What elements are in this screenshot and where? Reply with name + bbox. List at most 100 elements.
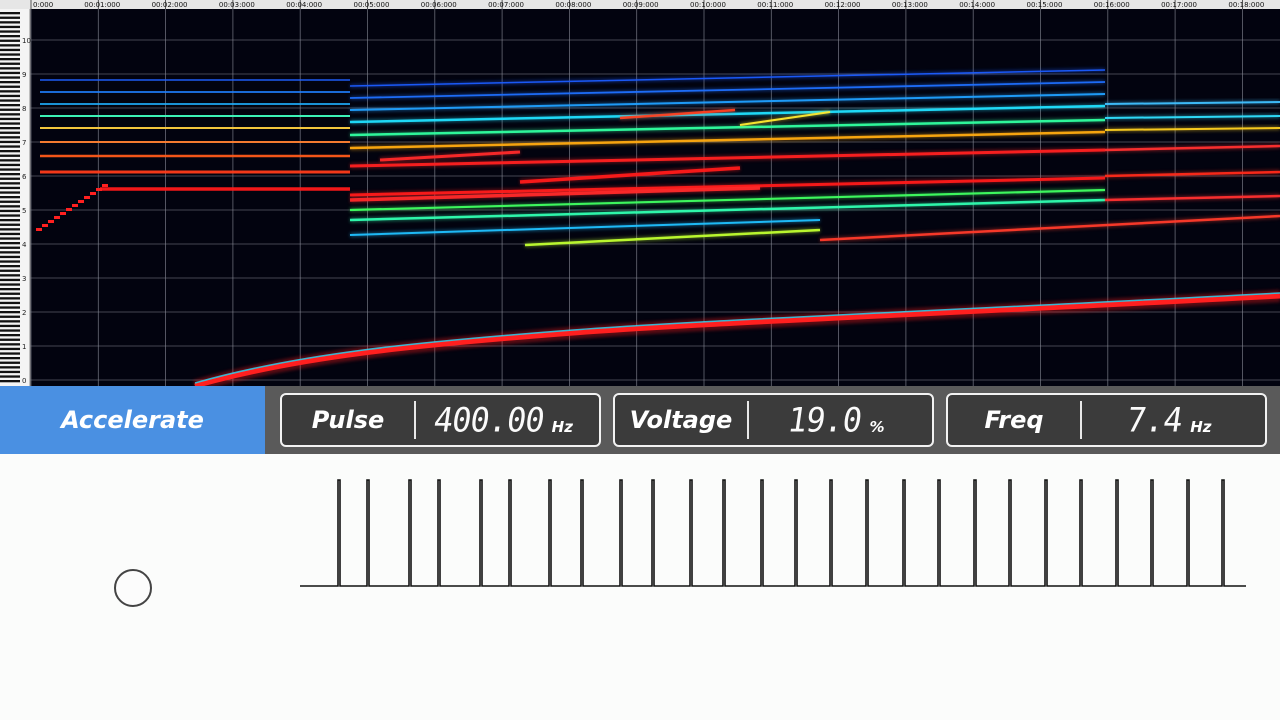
octave-label: 7 — [22, 139, 26, 147]
piano-black-key — [0, 288, 20, 291]
pulse-divider — [414, 401, 416, 439]
freq-unit: Hz — [1190, 418, 1212, 436]
timeline-label: 00:01:000 — [84, 1, 120, 9]
piano-black-key — [0, 85, 20, 88]
piano-black-key — [0, 306, 20, 309]
voltage-value: 19.0 — [785, 400, 865, 440]
piano-black-key — [0, 21, 20, 24]
staircase-step — [60, 212, 66, 215]
piano-black-key — [0, 90, 20, 93]
octave-label: 8 — [22, 105, 26, 113]
pulse-label: Pulse — [311, 406, 385, 434]
piano-black-key — [0, 255, 20, 259]
freq-label: Freq — [984, 406, 1044, 434]
octave-label: 10 — [22, 37, 31, 45]
piano-black-key — [0, 94, 20, 98]
voltage-unit: % — [869, 418, 885, 436]
timeline-label: 00:07:000 — [488, 1, 524, 9]
piano-black-key — [0, 16, 20, 19]
piano-black-key — [0, 366, 20, 369]
octave-label: 3 — [22, 275, 26, 283]
staircase-step — [72, 204, 78, 207]
harmonic-band — [379, 150, 521, 162]
staircase-step — [54, 216, 60, 219]
timeline-label: 00:10:000 — [690, 1, 726, 9]
piano-black-key — [0, 99, 20, 102]
octave-label: 1 — [22, 343, 26, 351]
piano-black-key — [0, 150, 20, 153]
piano-black-key — [0, 205, 20, 208]
timeline-label: 0:000 — [33, 1, 53, 9]
timeline-label: 00:17:000 — [1161, 1, 1197, 9]
octave-label: 5 — [22, 207, 26, 215]
control-bar: Accelerate Pulse 400.00 Hz Voltage 19.0 … — [0, 386, 1280, 454]
timeline-label: 00:04:000 — [286, 1, 322, 9]
pulse-waveform-line — [300, 479, 1246, 587]
piano-black-key — [0, 343, 20, 346]
piano-black-key — [0, 301, 20, 305]
timeline-label: 00:05:000 — [354, 1, 390, 9]
piano-black-key — [0, 186, 20, 190]
piano-black-key — [0, 265, 20, 268]
timeline-label: 00:08:000 — [555, 1, 591, 9]
staircase-step — [36, 228, 42, 231]
voltage-divider — [747, 401, 749, 439]
spectrogram: 0:000 00:01:000 00:02:000 00:03:000 00:04:00… — [0, 0, 1280, 386]
harmonic-band — [519, 166, 741, 184]
staircase-step — [96, 188, 102, 191]
spectrogram-canvas: 0:000 00:01:000 00:02:000 00:03:000 00:04:00… — [0, 0, 1280, 386]
piano-black-key — [0, 67, 20, 70]
piano-black-key — [0, 48, 20, 52]
piano-black-key — [0, 219, 20, 222]
piano-black-key — [0, 260, 20, 263]
piano-black-key — [0, 324, 20, 328]
voltage-label: Voltage — [629, 406, 733, 434]
piano-black-key — [0, 122, 20, 125]
timeline-label: 00:11:000 — [757, 1, 793, 9]
piano-black-key — [0, 347, 20, 351]
piano-black-key — [0, 200, 20, 203]
staircase-step — [66, 208, 72, 211]
piano-black-key — [0, 163, 20, 167]
piano-black-key — [0, 168, 20, 171]
timeline-label: 00:14:000 — [959, 1, 995, 9]
piano-black-key — [0, 375, 20, 378]
piano-black-key — [0, 39, 20, 42]
piano-black-key — [0, 173, 20, 176]
freq-value: 7.4 — [1124, 400, 1186, 440]
piano-black-key — [0, 113, 20, 116]
piano-black-key — [0, 246, 20, 249]
piano-black-key — [0, 370, 20, 374]
piano-black-key — [0, 315, 20, 318]
piano-black-key — [0, 58, 20, 61]
piano-black-key — [0, 232, 20, 236]
piano-black-key — [0, 237, 20, 240]
piano-black-key — [0, 283, 20, 286]
pulse-value: 400.00 — [431, 400, 547, 440]
piano-black-key — [0, 62, 20, 65]
piano-black-key — [0, 223, 20, 226]
piano-black-key — [0, 30, 20, 33]
piano-black-key — [0, 357, 20, 360]
piano-black-key — [0, 131, 20, 134]
pulse-train-waveform — [300, 479, 1246, 587]
timeline-label: 00:18:000 — [1228, 1, 1264, 9]
octave-label: 0 — [22, 377, 26, 385]
timeline-label: 00:12:000 — [825, 1, 861, 9]
piano-black-key — [0, 127, 20, 130]
piano-black-key — [0, 44, 20, 47]
fundamental-glow — [193, 290, 1280, 386]
piano-black-key — [0, 380, 20, 383]
piano-black-key — [0, 53, 20, 56]
piano-black-key — [0, 361, 20, 364]
staircase-step — [102, 184, 108, 187]
piano-black-key — [0, 311, 20, 314]
piano-black-key — [0, 108, 20, 111]
piano-black-key — [0, 329, 20, 332]
piano-black-key — [0, 117, 20, 121]
staircase-step — [90, 192, 96, 195]
piano-black-key — [0, 320, 20, 323]
accelerate-button[interactable]: Accelerate — [0, 386, 265, 454]
pulse-panel: Pulse 400.00 Hz — [280, 393, 601, 447]
freq-divider — [1080, 401, 1082, 439]
